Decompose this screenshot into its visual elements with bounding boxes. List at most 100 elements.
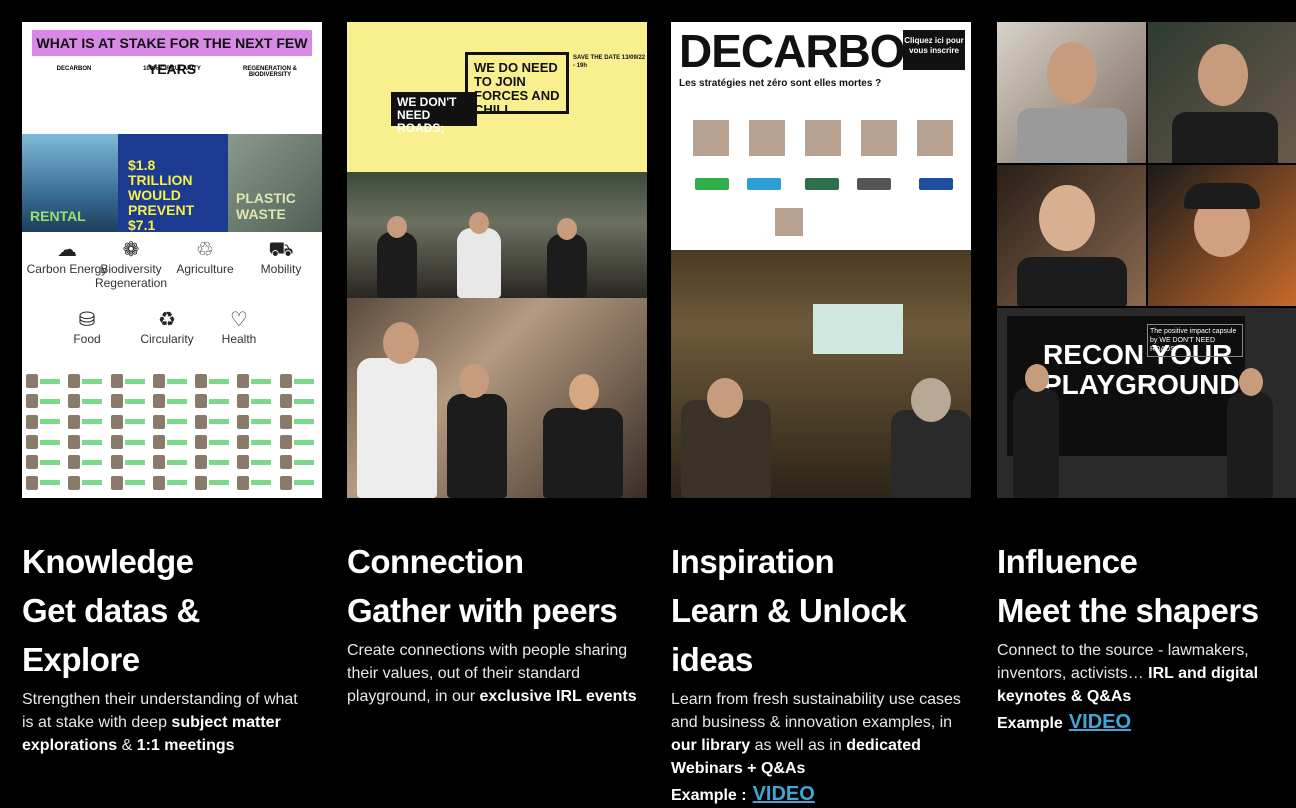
category-label: Mobility [260, 262, 302, 276]
column-knowledge: WHAT IS AT STAKE FOR THE NEXT FEW YEARS … [22, 22, 322, 754]
knowledge-text-columns: DECARBON 100% CIRCULARITY REGENERATION &… [28, 66, 316, 81]
knowledge-images: RENTAL $1.8 TRILLION WOULD PREVENT $7.1 … [22, 134, 322, 232]
speaker-thumb [195, 474, 233, 492]
trillion-image: $1.8 TRILLION WOULD PREVENT $7.1 TRILLIO… [118, 134, 228, 232]
video-link[interactable]: VIDEO [1069, 711, 1131, 733]
shaper-photo [997, 22, 1146, 163]
speaker-thumb [110, 413, 149, 431]
inspiration-text: Inspiration Learn & Unlock ideas Learn f… [671, 537, 971, 808]
inspiration-image: DECARBON Les stratégies net zéro sont el… [671, 22, 971, 498]
speaker-photo [775, 208, 803, 236]
basket-icon: ⛁ [78, 309, 96, 331]
projection-screen [813, 304, 903, 354]
speaker-thumb [279, 413, 318, 431]
category-mobility: ⛟ Mobility [236, 238, 322, 276]
poster-subtitle: Les stratégies net zéro sont elles morte… [679, 78, 882, 89]
img-label: RENTAL [30, 208, 86, 224]
subheading-influence: Meet the shapers [997, 592, 1259, 629]
desc-bold: exclusive IRL events [479, 688, 637, 705]
column-inspiration: DECARBON Les stratégies net zéro sont el… [671, 22, 971, 805]
partner-logo [747, 178, 781, 190]
example-influence: Example VIDEO [997, 710, 1287, 736]
poster-brand: WE DON'T NEED ROADS; [391, 92, 477, 135]
knowledge-image: WHAT IS AT STAKE FOR THE NEXT FEW YEARS … [22, 22, 322, 498]
video-link[interactable]: VIDEO [753, 783, 815, 805]
register-button[interactable]: Cliquez ici pour vous inscrire [903, 30, 965, 70]
category-label: Circularity [140, 332, 194, 346]
speaker-photo [917, 120, 953, 156]
speaker-thumb [279, 372, 318, 390]
webinar-photo [671, 250, 971, 498]
speaker-thumb [110, 392, 149, 410]
influence-text: Influence Meet the shapers Connect to th… [997, 537, 1287, 736]
column-influence: RECON YOUR PLAYGROUND The positive impac… [997, 22, 1296, 733]
desc-text: as well as in [750, 737, 847, 754]
desc-bold: 1:1 meetings [136, 737, 235, 754]
speaker-thumb [110, 474, 149, 492]
knowledge-col-regeneration: REGENERATION & BIODIVERSITY [224, 66, 316, 81]
category-label: Food [73, 332, 101, 346]
speaker-thumb [68, 474, 106, 492]
speaker-thumb [237, 433, 275, 451]
speaker-thumb [237, 413, 275, 431]
speaker-thumb [110, 453, 149, 471]
example-label: Example : [671, 787, 747, 804]
speaker-thumb [195, 392, 233, 410]
speaker-thumb [26, 372, 64, 390]
speaker-thumb [152, 433, 191, 451]
speaker-thumb [195, 413, 233, 431]
category-label: Agriculture [176, 262, 234, 276]
heart-icon: ♡ [230, 309, 248, 331]
description-connection: Create connections with people sharing t… [347, 639, 637, 708]
speaker-thumb [68, 453, 106, 471]
influence-image: RECON YOUR PLAYGROUND The positive impac… [997, 22, 1296, 498]
speaker-photo [861, 120, 897, 156]
speaker-thumb [152, 413, 191, 431]
heading-connection: Connection [347, 543, 524, 580]
shaper-photo [1148, 22, 1296, 163]
example-inspiration: Example : VIDEO [671, 782, 971, 808]
subheading-inspiration: Learn & Unlock ideas [671, 592, 907, 678]
speaker-thumb [152, 372, 191, 390]
truck-icon: ⛟ [268, 239, 294, 261]
speaker-thumb [279, 453, 318, 471]
event-photo-conversation [347, 298, 647, 498]
event-photo-crowd [347, 172, 647, 298]
speaker-thumb [152, 392, 191, 410]
heading-knowledge: Knowledge [22, 543, 194, 580]
skier-image: RENTAL [22, 134, 118, 232]
knowledge-col-decarbon: DECARBON [28, 66, 120, 81]
description-influence: Connect to the source - lawmakers, inven… [997, 639, 1287, 708]
speaker-thumb [237, 453, 275, 471]
speaker-thumb [279, 433, 318, 451]
desc-text: Learn from fresh sustainability use case… [671, 691, 961, 731]
speaker-photo [749, 120, 785, 156]
knowledge-banner: WHAT IS AT STAKE FOR THE NEXT FEW YEARS [32, 30, 312, 77]
poster-headline: WE DO NEED TO JOIN FORCES AND CHILL. [465, 52, 569, 117]
partner-logo [695, 178, 729, 190]
plastic-image: PLASTIC WASTE [228, 134, 322, 232]
partner-logo [919, 178, 953, 190]
knowledge-col-circularity: 100% CIRCULARITY [126, 66, 218, 81]
col-title: 100% CIRCULARITY [143, 66, 201, 72]
description-inspiration: Learn from fresh sustainability use case… [671, 688, 961, 780]
speaker-thumb [68, 372, 106, 390]
speaker-thumb [68, 392, 106, 410]
example-label: Example [997, 715, 1063, 732]
category-health: ♡ Health [194, 308, 284, 346]
shaper-photo [1148, 165, 1296, 306]
poster-title: DECARBON [679, 25, 938, 77]
heading-influence: Influence [997, 543, 1138, 580]
speaker-thumb [26, 474, 64, 492]
stage-caption: The positive impact capsule by WE DON'T … [1147, 324, 1243, 357]
partner-logo [857, 178, 891, 190]
speaker-thumb [26, 453, 64, 471]
speaker-thumb [237, 392, 275, 410]
connection-image: WE DO NEED TO JOIN FORCES AND CHILL. WE … [347, 22, 647, 498]
knowledge-text: Knowledge Get datas & Explore Strengthen… [22, 537, 322, 757]
col-title: REGENERATION & BIODIVERSITY [243, 66, 297, 78]
shapers-grid [997, 22, 1296, 306]
speaker-thumb [195, 372, 233, 390]
speaker-thumb [195, 453, 233, 471]
desc-text: & [117, 737, 137, 754]
